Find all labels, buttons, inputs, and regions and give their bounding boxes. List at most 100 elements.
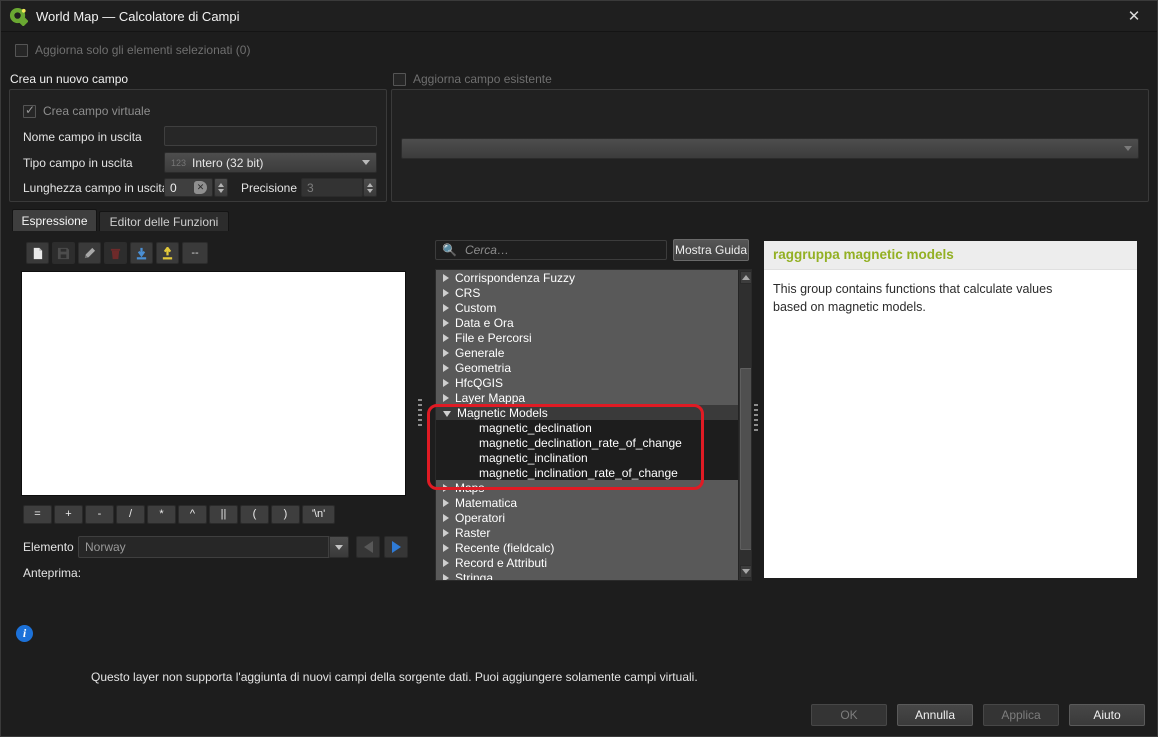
tab-function-editor[interactable]: Editor delle Funzioni xyxy=(99,211,229,231)
integer-type-icon: 123 xyxy=(171,158,186,168)
operator-close-paren-button[interactable]: ) xyxy=(271,505,300,524)
chevron-down-icon xyxy=(1124,146,1132,151)
export-up-arrow-icon xyxy=(161,247,174,260)
function-group[interactable]: File e Percorsi xyxy=(436,330,739,345)
function-group[interactable]: Record e Attributi xyxy=(436,555,739,570)
function-group[interactable]: Layer Mappa xyxy=(436,390,739,405)
arrow-right-icon xyxy=(392,541,401,553)
help-button[interactable]: Aiuto xyxy=(1069,704,1145,726)
virtual-field-label: Crea campo virtuale xyxy=(43,104,150,118)
operator-divide-button[interactable]: / xyxy=(116,505,145,524)
length-spinner[interactable] xyxy=(214,178,228,197)
function-group[interactable]: Data e Ora xyxy=(436,315,739,330)
previous-feature-button xyxy=(356,536,380,558)
separator-button[interactable]: -- xyxy=(182,242,208,264)
function-group[interactable]: HfcQGIS xyxy=(436,375,739,390)
save-icon xyxy=(57,247,70,260)
tree-scrollbar[interactable] xyxy=(738,270,752,580)
precision-spinner[interactable] xyxy=(363,178,377,197)
right-splitter-handle[interactable] xyxy=(754,404,758,432)
chevron-down-icon xyxy=(443,411,451,417)
virtual-field-checkbox[interactable] xyxy=(23,105,36,118)
import-expression-button[interactable] xyxy=(130,242,153,264)
function-group[interactable]: Operatori xyxy=(436,510,739,525)
chevron-right-icon xyxy=(443,334,449,342)
expression-editor[interactable] xyxy=(21,271,406,496)
element-value: Norway xyxy=(85,540,126,554)
function-item[interactable]: magnetic_inclination xyxy=(436,450,739,465)
function-group[interactable]: Matematica xyxy=(436,495,739,510)
close-icon[interactable]: ✕ xyxy=(1123,6,1145,28)
tab-expression[interactable]: Espressione xyxy=(12,209,97,231)
new-expression-button[interactable] xyxy=(26,242,49,264)
operator-plus-button[interactable]: + xyxy=(54,505,83,524)
preview-label: Anteprima: xyxy=(23,566,81,580)
title-bar: World Map — Calcolatore di Campi ✕ xyxy=(1,1,1157,32)
function-group[interactable]: Stringa xyxy=(436,570,739,581)
update-field-checkbox[interactable] xyxy=(393,73,406,86)
element-combo-arrow[interactable] xyxy=(329,536,349,558)
new-file-icon xyxy=(31,247,44,260)
chevron-right-icon xyxy=(443,289,449,297)
scroll-down-icon[interactable] xyxy=(740,565,752,578)
help-panel-title: raggruppa magnetic models xyxy=(764,241,1137,270)
chevron-right-icon xyxy=(443,304,449,312)
only-selected-checkbox[interactable] xyxy=(15,44,28,57)
function-group[interactable]: Recente (fieldcalc) xyxy=(436,540,739,555)
operator-power-button[interactable]: ^ xyxy=(178,505,207,524)
function-group[interactable]: Maps xyxy=(436,480,739,495)
cancel-button[interactable]: Annulla xyxy=(897,704,973,726)
output-type-value: Intero (32 bit) xyxy=(192,156,263,170)
field-calculator-dialog: World Map — Calcolatore di Campi ✕ Aggio… xyxy=(0,0,1158,737)
function-group[interactable]: Custom xyxy=(436,300,739,315)
function-group[interactable]: Raster xyxy=(436,525,739,540)
output-name-label: Nome campo in uscita xyxy=(23,130,142,144)
function-item[interactable]: magnetic_declination_rate_of_change xyxy=(436,435,739,450)
function-group[interactable]: Corrispondenza Fuzzy xyxy=(436,270,739,285)
function-search[interactable]: 🔍 xyxy=(435,240,667,260)
chevron-down-icon xyxy=(335,545,343,550)
operator-equals-button[interactable]: = xyxy=(23,505,52,524)
only-selected-row: Aggiorna solo gli elementi selezionati (… xyxy=(15,43,250,57)
output-name-input[interactable] xyxy=(164,126,377,146)
operator-open-paren-button[interactable]: ( xyxy=(240,505,269,524)
scroll-up-icon[interactable] xyxy=(740,271,752,284)
function-item[interactable]: magnetic_inclination_rate_of_change xyxy=(436,465,739,480)
element-combo[interactable]: Norway xyxy=(78,536,329,558)
function-group[interactable]: CRS xyxy=(436,285,739,300)
function-tree: Corrispondenza Fuzzy CRS Custom Data e O… xyxy=(435,269,752,581)
function-group[interactable]: Generale xyxy=(436,345,739,360)
chevron-right-icon xyxy=(443,379,449,387)
search-input[interactable] xyxy=(463,242,660,258)
chevron-right-icon xyxy=(443,394,449,402)
qgis-logo-icon xyxy=(9,7,28,26)
export-expression-button[interactable] xyxy=(156,242,179,264)
output-type-dropdown[interactable]: 123 Intero (32 bit) xyxy=(164,152,377,173)
operator-minus-button[interactable]: - xyxy=(85,505,114,524)
delete-expression-button xyxy=(104,242,127,264)
output-length-label: Lunghezza campo in uscita xyxy=(23,181,168,195)
import-down-arrow-icon xyxy=(135,247,148,260)
edit-expression-button[interactable] xyxy=(78,242,101,264)
trash-icon xyxy=(109,247,122,260)
left-splitter-handle[interactable] xyxy=(418,399,422,427)
function-item[interactable]: magnetic_declination xyxy=(436,420,739,435)
operator-newline-button[interactable]: '\n' xyxy=(302,505,335,524)
ok-button: OK xyxy=(811,704,887,726)
output-length-spinbox[interactable]: 0 ✕ xyxy=(164,178,213,197)
next-feature-button[interactable] xyxy=(384,536,408,558)
chevron-right-icon xyxy=(443,529,449,537)
function-help-panel: raggruppa magnetic models This group con… xyxy=(764,241,1137,578)
clear-value-icon[interactable]: ✕ xyxy=(194,181,207,194)
element-label: Elemento xyxy=(23,540,74,554)
info-icon: i xyxy=(16,625,33,642)
chevron-right-icon xyxy=(443,349,449,357)
chevron-down-icon xyxy=(362,160,370,165)
only-selected-label: Aggiorna solo gli elementi selezionati (… xyxy=(35,43,250,57)
operator-concat-button[interactable]: || xyxy=(209,505,238,524)
scrollbar-thumb[interactable] xyxy=(740,368,752,550)
show-help-button[interactable]: Mostra Guida xyxy=(673,239,749,261)
function-group-magnetic-models[interactable]: Magnetic Models xyxy=(436,405,739,420)
function-group[interactable]: Geometria xyxy=(436,360,739,375)
operator-multiply-button[interactable]: * xyxy=(147,505,176,524)
